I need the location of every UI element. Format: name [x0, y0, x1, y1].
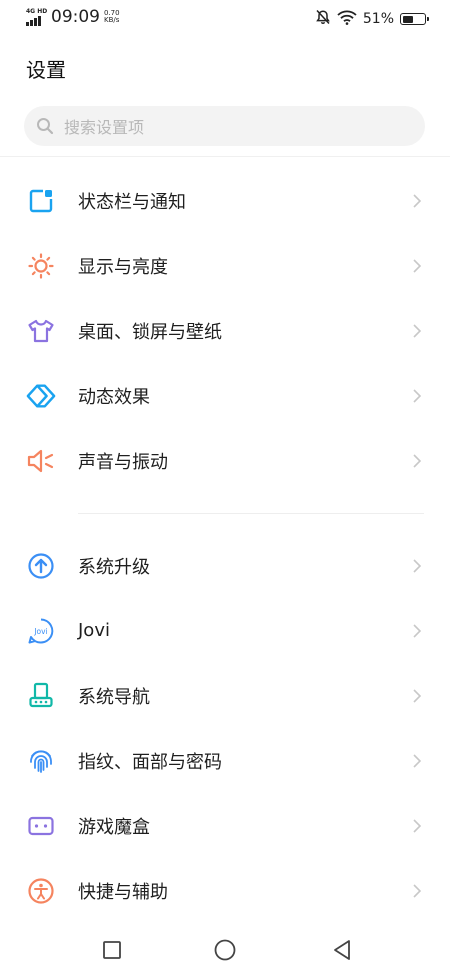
chevron-right-icon [413, 258, 422, 273]
item-label: Jovi [78, 620, 110, 641]
settings-item-navigation[interactable]: 系统导航 [0, 663, 450, 728]
home-icon [214, 939, 236, 961]
battery-percent: 51% [362, 11, 394, 27]
settings-item-upgrade[interactable]: 系统升级 [0, 533, 450, 598]
gamepad-icon [26, 811, 56, 841]
signal-icon: 4G HD [26, 8, 48, 26]
tshirt-icon [26, 316, 56, 346]
item-label: 动态效果 [78, 386, 150, 408]
item-label: 声音与振动 [78, 451, 168, 473]
svg-text:Jovi: Jovi [33, 627, 47, 636]
chevron-right-icon [413, 688, 422, 703]
fingerprint-icon [26, 746, 56, 776]
status-left: 4G HD 09:09 0.70 KB/s [26, 8, 120, 26]
item-label: 游戏魔盒 [78, 816, 150, 838]
jovi-icon: Jovi [26, 616, 56, 646]
settings-item-fingerprint[interactable]: 指纹、面部与密码 [0, 728, 450, 793]
navigation-icon [26, 681, 56, 711]
notification-icon [26, 186, 56, 216]
speaker-icon [26, 446, 56, 476]
upgrade-arrow-icon [26, 551, 56, 581]
settings-item-game-box[interactable]: 游戏魔盒 [0, 793, 450, 858]
clock: 09:09 [51, 7, 100, 27]
chevron-right-icon [413, 323, 422, 338]
wifi-icon [337, 10, 357, 29]
chevron-right-icon [413, 388, 422, 403]
item-label: 系统升级 [78, 556, 150, 578]
settings-item-status-bar[interactable]: 状态栏与通知 [0, 168, 450, 233]
settings-item-accessibility[interactable]: 快捷与辅助 [0, 858, 450, 923]
search-placeholder: 搜索设置项 [64, 118, 145, 137]
back-button[interactable] [329, 937, 355, 963]
status-right: 51% [315, 9, 429, 29]
item-label: 状态栏与通知 [78, 191, 186, 213]
settings-item-display[interactable]: 显示与亮度 [0, 233, 450, 298]
settings-item-sound[interactable]: 声音与振动 [0, 428, 450, 493]
settings-item-wallpaper[interactable]: 桌面、锁屏与壁纸 [0, 298, 450, 363]
battery-icon [400, 13, 429, 25]
chevron-right-icon [413, 193, 422, 208]
home-button[interactable] [212, 937, 238, 963]
settings-item-animation[interactable]: 动态效果 [0, 363, 450, 428]
chevron-right-icon [413, 453, 422, 468]
chevron-right-icon [413, 818, 422, 833]
sun-icon [26, 251, 56, 281]
diamond-icon [26, 381, 56, 411]
item-label: 指纹、面部与密码 [78, 751, 222, 773]
accessibility-icon [26, 876, 56, 906]
recents-icon [103, 941, 121, 959]
navigation-bar [0, 925, 450, 975]
item-label: 显示与亮度 [78, 256, 168, 278]
chevron-right-icon [413, 623, 422, 638]
page-title: 设置 [26, 58, 66, 82]
back-icon [334, 940, 350, 960]
item-label: 系统导航 [78, 686, 150, 708]
divider [0, 156, 450, 157]
chevron-right-icon [413, 753, 422, 768]
recents-button[interactable] [99, 937, 125, 963]
search-bar[interactable]: 搜索设置项 [24, 106, 425, 146]
item-label: 桌面、锁屏与壁纸 [78, 321, 222, 343]
status-bar: 4G HD 09:09 0.70 KB/s 51% [0, 0, 450, 36]
item-label: 快捷与辅助 [78, 881, 168, 903]
mute-bell-icon [315, 9, 331, 29]
search-icon [37, 118, 54, 135]
settings-item-jovi[interactable]: Jovi Jovi [0, 598, 450, 663]
network-speed: 0.70 KB/s [104, 9, 120, 24]
divider [78, 513, 424, 514]
chevron-right-icon [413, 558, 422, 573]
network-type: 4G HD [26, 8, 48, 15]
chevron-right-icon [413, 883, 422, 898]
